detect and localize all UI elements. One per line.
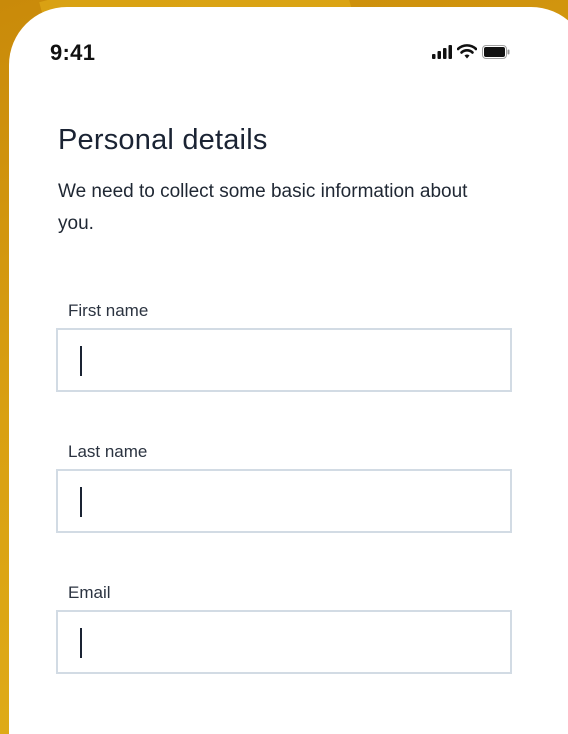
cellular-signal-icon [432, 44, 452, 64]
battery-icon [482, 44, 510, 64]
last-name-input[interactable] [56, 469, 512, 533]
page-subtitle: We need to collect some basic informatio… [58, 181, 468, 234]
status-bar: 9:41 [0, 0, 568, 100]
wifi-icon [456, 44, 478, 64]
text-cursor [80, 346, 82, 376]
status-icons [432, 44, 510, 64]
first-name-label: First name [68, 301, 149, 320]
text-cursor [80, 628, 82, 658]
email-label: Email [68, 583, 111, 602]
status-time: 9:41 [50, 40, 96, 65]
email-input[interactable] [56, 610, 512, 674]
first-name-input[interactable] [56, 328, 512, 392]
last-name-label: Last name [68, 442, 148, 461]
page-title: Personal details [58, 124, 268, 156]
text-cursor [80, 487, 82, 517]
